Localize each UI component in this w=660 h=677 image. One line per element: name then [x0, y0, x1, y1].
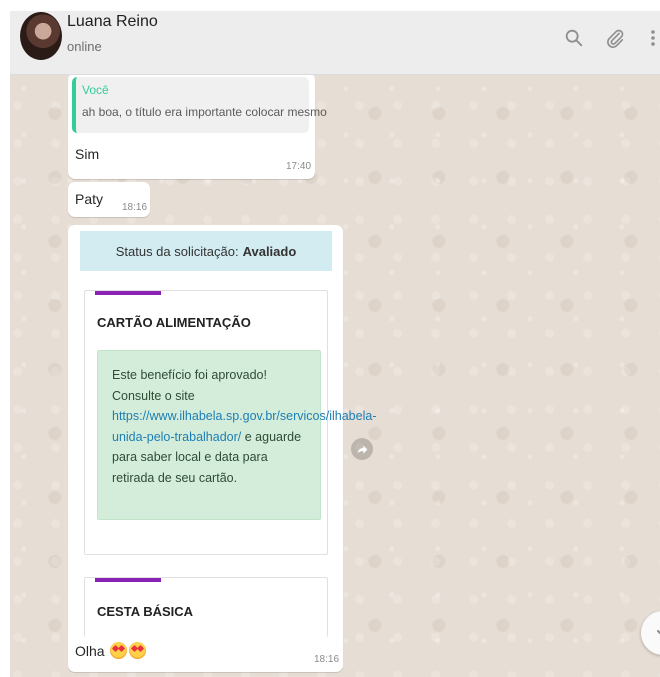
image-message[interactable]: Status da solicitação: Avaliado CARTÃO A… — [68, 225, 376, 672]
message-time: 17:40 — [286, 161, 312, 172]
benefit-card-basket: CESTA BÁSICA — [84, 577, 328, 637]
attach-icon[interactable] — [604, 27, 626, 49]
status-value: Avaliado — [242, 243, 297, 259]
heart-eyes-emoji-icon — [129, 642, 147, 659]
message-caption: Olha — [75, 642, 147, 659]
quoted-message[interactable]: Você ah boa, o título era importante col… — [72, 77, 327, 133]
quote-text: ah boa, o título era importante colocar … — [82, 105, 327, 119]
approval-notice: Este benefício foi aprovado! Consulte o … — [97, 350, 376, 520]
chat-header: Luana Reino online — [10, 11, 660, 75]
contact-name[interactable]: Luana Reino — [67, 13, 158, 31]
message-text: Sim — [75, 146, 100, 162]
card-accent — [95, 578, 161, 582]
status-banner: Status da solicitação: Avaliado — [80, 231, 332, 271]
search-icon[interactable] — [563, 27, 585, 49]
message-paty[interactable]: Paty 18:16 — [68, 182, 150, 217]
message-time: 18:16 — [122, 202, 148, 213]
message-text: Paty — [75, 191, 104, 207]
forward-icon[interactable] — [351, 438, 373, 460]
card-title: CARTÃO ALIMENTAÇÃO — [97, 315, 251, 330]
menu-icon[interactable] — [646, 27, 660, 49]
benefit-card-food: CARTÃO ALIMENTAÇÃO Este benefício foi ap… — [84, 290, 376, 555]
status-label: Status da solicitação: — [115, 243, 239, 259]
approval-text: Este benefício foi aprovado! Consulte o … — [112, 368, 267, 403]
message-time: 18:16 — [314, 654, 340, 665]
scroll-down-button[interactable] — [641, 611, 660, 655]
chat-area: Você ah boa, o título era importante col… — [10, 75, 660, 677]
chevron-down-icon — [657, 630, 660, 635]
quote-author: Você — [82, 83, 109, 97]
heart-eyes-emoji-icon — [110, 642, 128, 659]
reply-message[interactable]: Você ah boa, o título era importante col… — [68, 75, 327, 179]
avatar[interactable] — [20, 12, 62, 60]
caption-text: Olha — [75, 643, 105, 659]
card-title: CESTA BÁSICA — [97, 604, 194, 619]
card-accent — [95, 291, 161, 295]
contact-status: online — [67, 39, 102, 54]
